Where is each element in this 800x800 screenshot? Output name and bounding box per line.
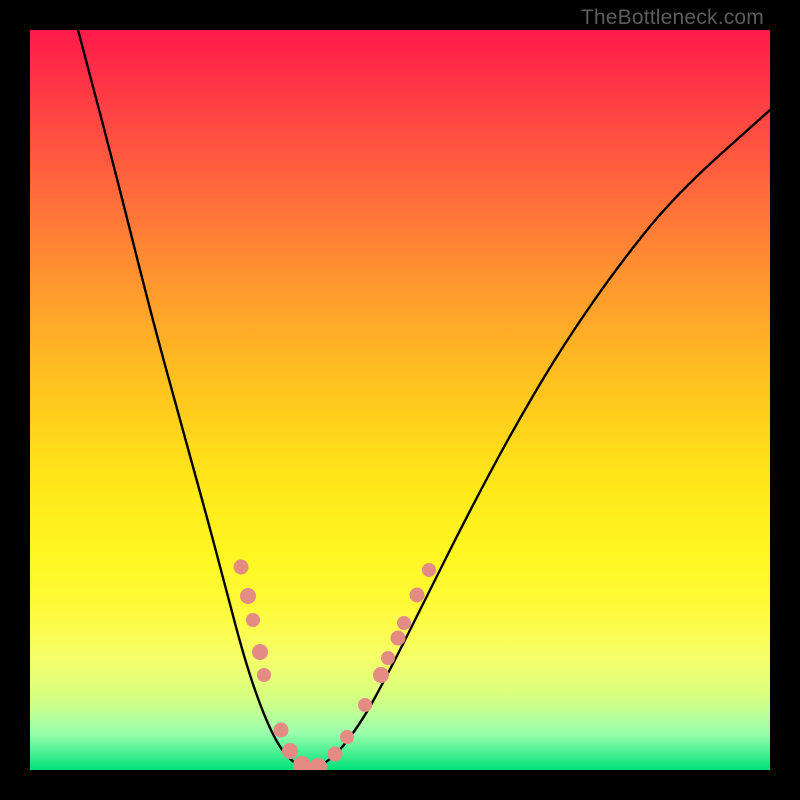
chart-frame: TheBottleneck.com — [0, 0, 800, 800]
data-point-dot — [252, 644, 268, 660]
data-point-dot — [246, 613, 260, 627]
data-point-dot — [282, 743, 298, 759]
data-point-dot — [422, 563, 436, 577]
data-point-dot — [381, 651, 395, 665]
curve-left-path — [78, 30, 306, 770]
data-point-dot — [373, 667, 389, 683]
data-point-dot — [410, 588, 425, 603]
data-point-dot — [274, 723, 289, 738]
data-point-dot — [340, 730, 354, 744]
data-point-dot — [234, 560, 249, 575]
data-point-dot — [240, 588, 256, 604]
plot-area — [30, 30, 770, 770]
data-point-dot — [328, 747, 343, 762]
bottleneck-curve — [30, 30, 770, 770]
data-point-dot — [391, 631, 406, 646]
data-point-dot — [358, 698, 372, 712]
data-point-dot — [257, 668, 271, 682]
watermark-text: TheBottleneck.com — [581, 6, 764, 30]
data-point-dot — [397, 616, 411, 630]
data-point-dot — [309, 758, 327, 770]
